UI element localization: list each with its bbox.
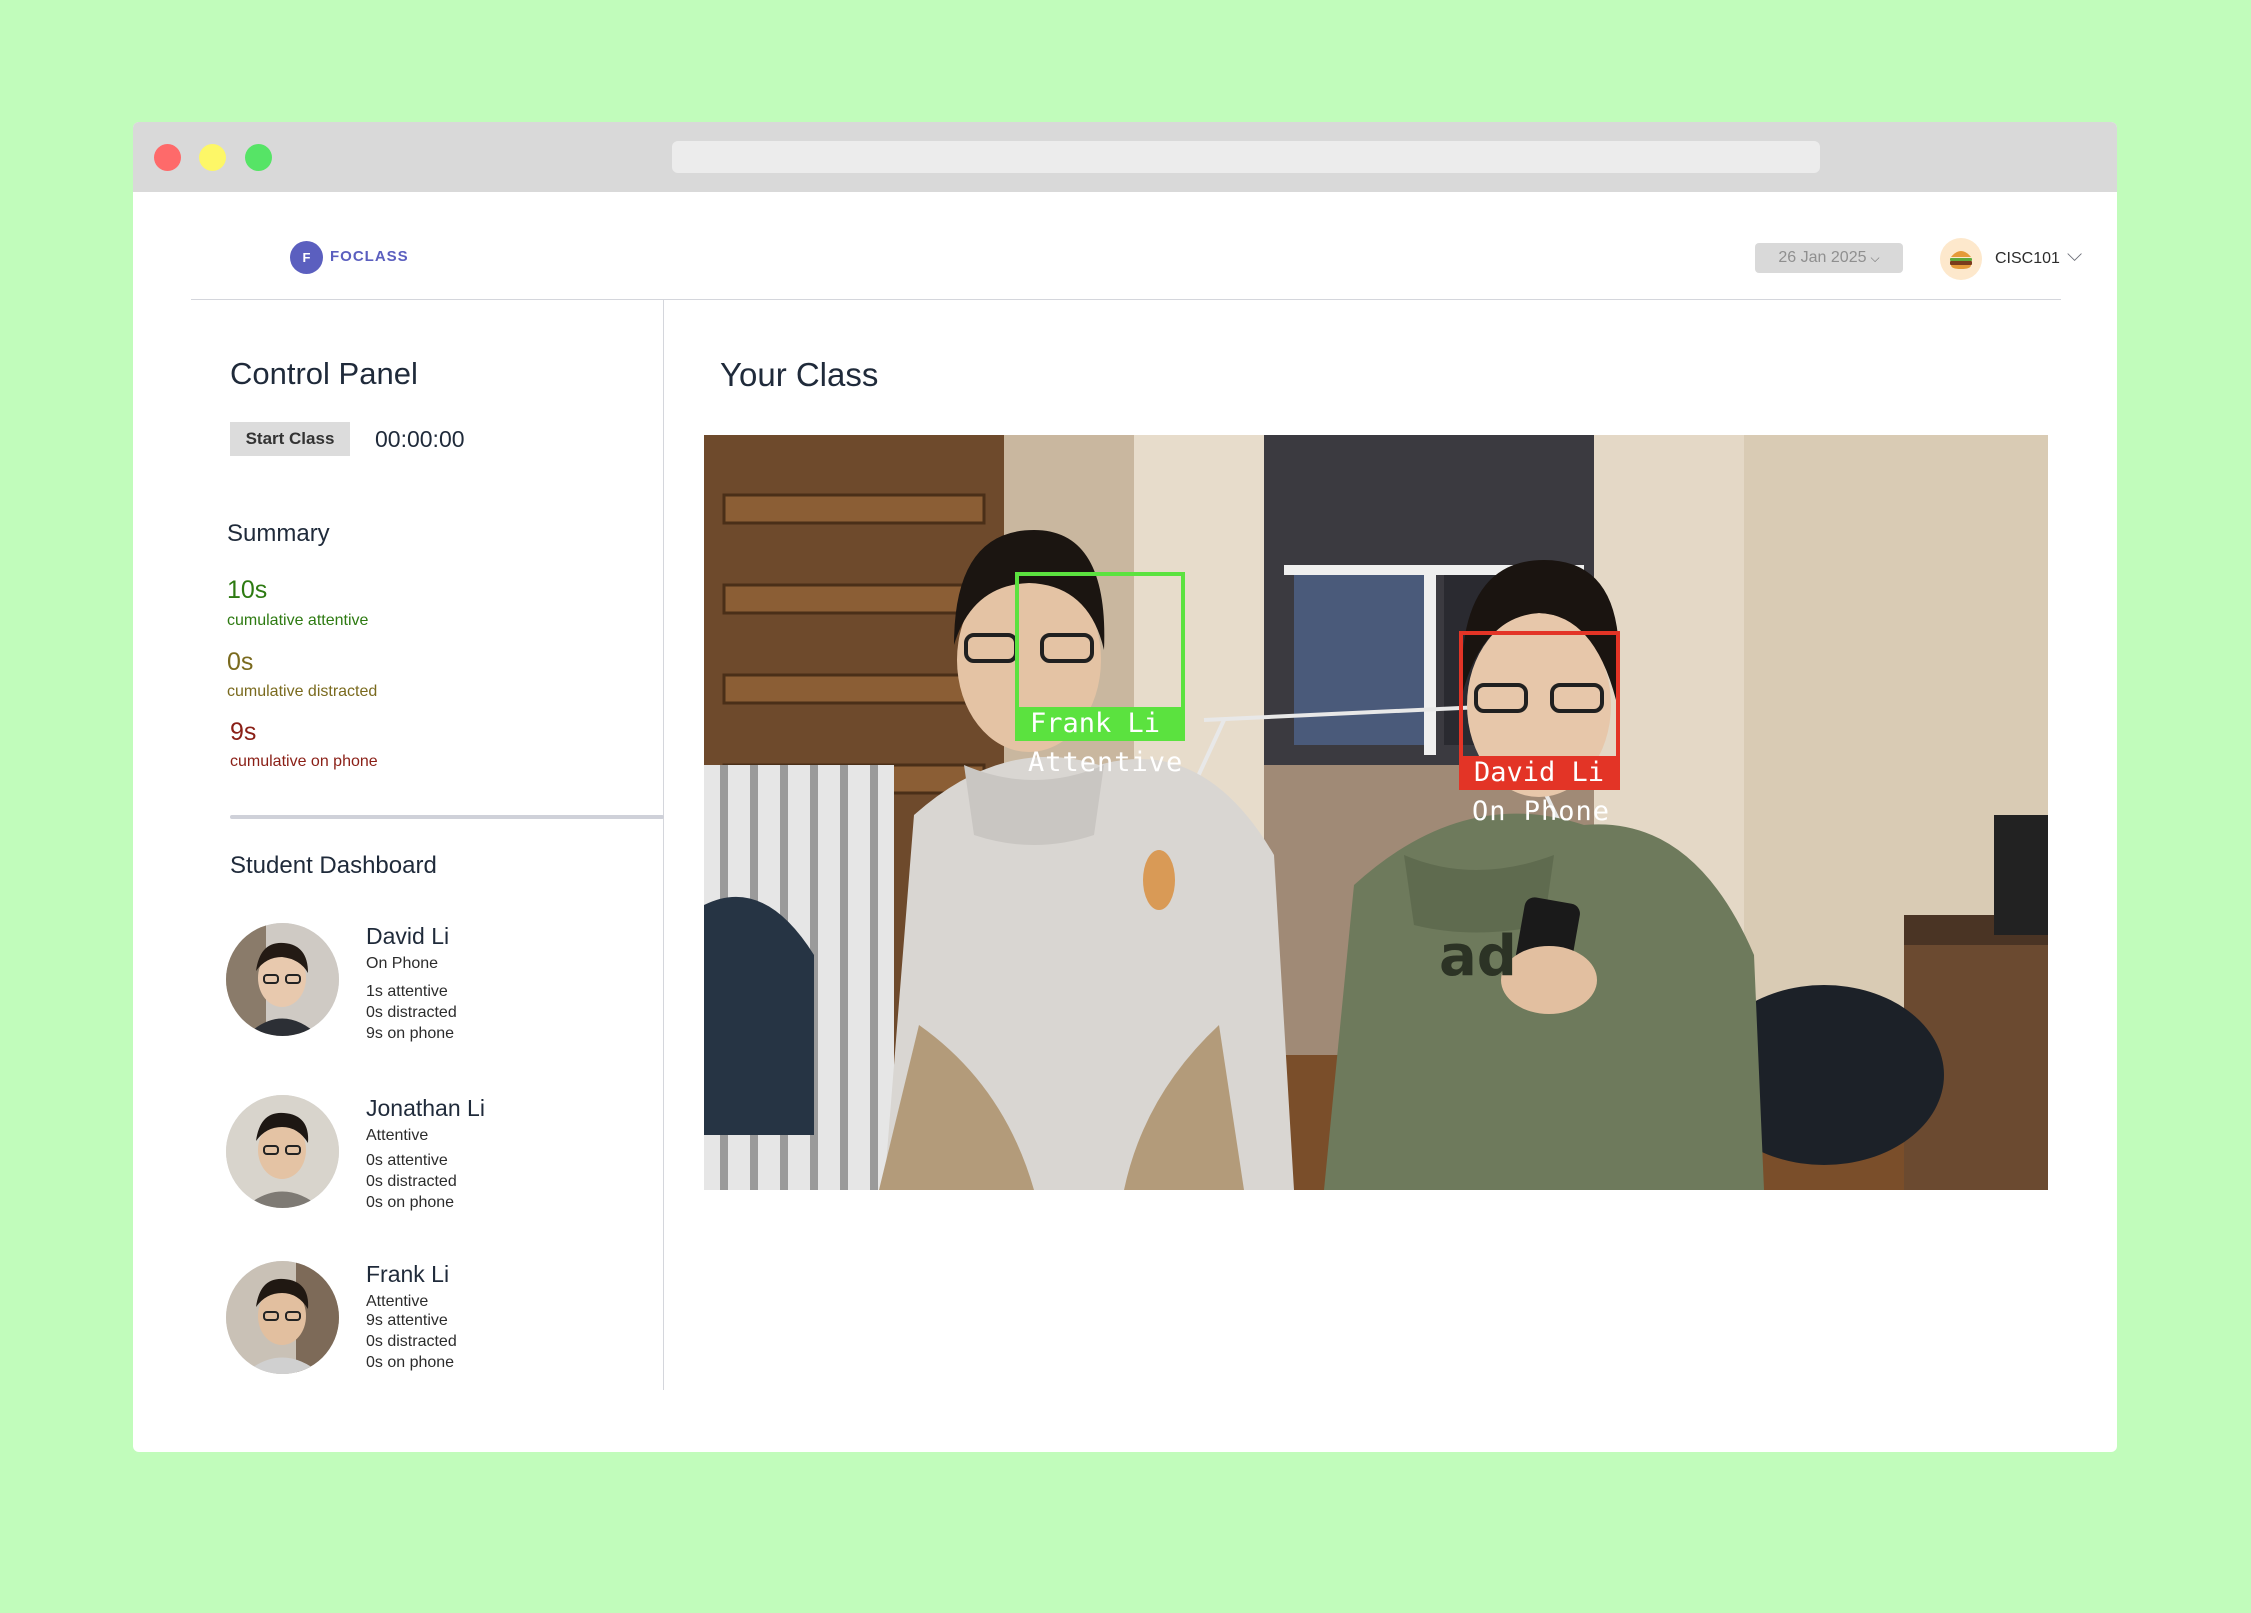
- cumulative-distracted-label: cumulative distracted: [227, 683, 378, 700]
- student-distracted-time: 0s distracted: [366, 1173, 457, 1190]
- control-panel-sidebar: Control Panel Start Class 00:00:00 Summa…: [133, 300, 664, 1390]
- avatar: [226, 1261, 339, 1374]
- detection-name-frank-li: Frank Li: [1030, 708, 1161, 739]
- svg-text:ad: ad: [1439, 924, 1517, 989]
- student-attentive-time: 1s attentive: [366, 983, 448, 1000]
- cumulative-phone-label: cumulative on phone: [230, 753, 378, 770]
- maximize-window-button[interactable]: [245, 144, 272, 171]
- section-divider: [230, 815, 664, 819]
- student-card-jonathan-li[interactable]: Jonathan Li Attentive 0s attentive 0s di…: [226, 1095, 646, 1225]
- control-panel-title: Control Panel: [230, 356, 418, 391]
- student-name: Jonathan Li: [366, 1095, 485, 1121]
- detection-name-david-li: David Li: [1474, 757, 1605, 788]
- student-status: On Phone: [366, 955, 439, 972]
- cumulative-attentive-value: 10s: [227, 576, 268, 604]
- student-dashboard-title: Student Dashboard: [230, 852, 437, 879]
- student-attentive-time: 9s attentive: [366, 1312, 448, 1329]
- student-distracted-time: 0s distracted: [366, 1004, 457, 1021]
- student-name: Frank Li: [366, 1261, 450, 1287]
- student-phone-time: 9s on phone: [366, 1025, 455, 1042]
- detection-status-frank-li: Attentive: [1028, 747, 1184, 778]
- address-bar[interactable]: [672, 141, 1820, 173]
- chevron-down-icon: ⌵: [1870, 250, 1880, 265]
- video-frame-illustration: ad: [704, 435, 2048, 1190]
- app-content: F FOCLASS 26 Jan 2025 ⌵ CISC101 ⌵ Contro…: [133, 192, 2117, 1452]
- cumulative-phone-value: 9s: [230, 718, 257, 746]
- minimize-window-button[interactable]: [199, 144, 226, 171]
- your-class-title: Your Class: [720, 356, 879, 393]
- class-timer: 00:00:00: [375, 426, 465, 452]
- student-status: Attentive: [366, 1293, 429, 1310]
- detection-status-david-li: On Phone: [1472, 796, 1611, 827]
- cumulative-distracted-value: 0s: [227, 648, 254, 676]
- close-window-button[interactable]: [154, 144, 181, 171]
- cumulative-attentive-label: cumulative attentive: [227, 612, 369, 629]
- student-card-david-li[interactable]: David Li On Phone 1s attentive 0s distra…: [226, 923, 646, 1053]
- student-name: David Li: [366, 923, 450, 949]
- avatar: [226, 923, 339, 1036]
- class-video-feed[interactable]: ad Frank Li Attentive David Li On Phone: [704, 435, 2048, 1190]
- browser-titlebar: [133, 122, 2117, 192]
- browser-window: F FOCLASS 26 Jan 2025 ⌵ CISC101 ⌵ Contro…: [133, 122, 2117, 1452]
- chevron-down-icon[interactable]: ⌵: [2067, 244, 2082, 267]
- top-nav: F FOCLASS 26 Jan 2025 ⌵ CISC101 ⌵: [191, 192, 2082, 300]
- student-phone-time: 0s on phone: [366, 1194, 455, 1211]
- class-view-panel: Your Class ad Frank Li Attentive David L…: [664, 300, 2117, 1390]
- start-class-button[interactable]: Start Class: [230, 422, 350, 456]
- student-distracted-time: 0s distracted: [366, 1333, 457, 1350]
- burger-icon[interactable]: [1940, 238, 1982, 280]
- date-label: 26 Jan 2025: [1778, 249, 1867, 266]
- summary-title: Summary: [227, 520, 330, 547]
- student-status: Attentive: [366, 1127, 429, 1144]
- student-card-frank-li[interactable]: Frank Li Attentive 9s attentive 0s distr…: [226, 1261, 646, 1391]
- date-selector[interactable]: 26 Jan 2025 ⌵: [1755, 243, 1903, 273]
- logo-icon[interactable]: F: [290, 241, 323, 274]
- course-name[interactable]: CISC101: [1995, 250, 2060, 268]
- avatar: [226, 1095, 339, 1208]
- student-phone-time: 0s on phone: [366, 1354, 455, 1371]
- brand-name[interactable]: FOCLASS: [330, 248, 409, 265]
- student-attentive-time: 0s attentive: [366, 1152, 448, 1169]
